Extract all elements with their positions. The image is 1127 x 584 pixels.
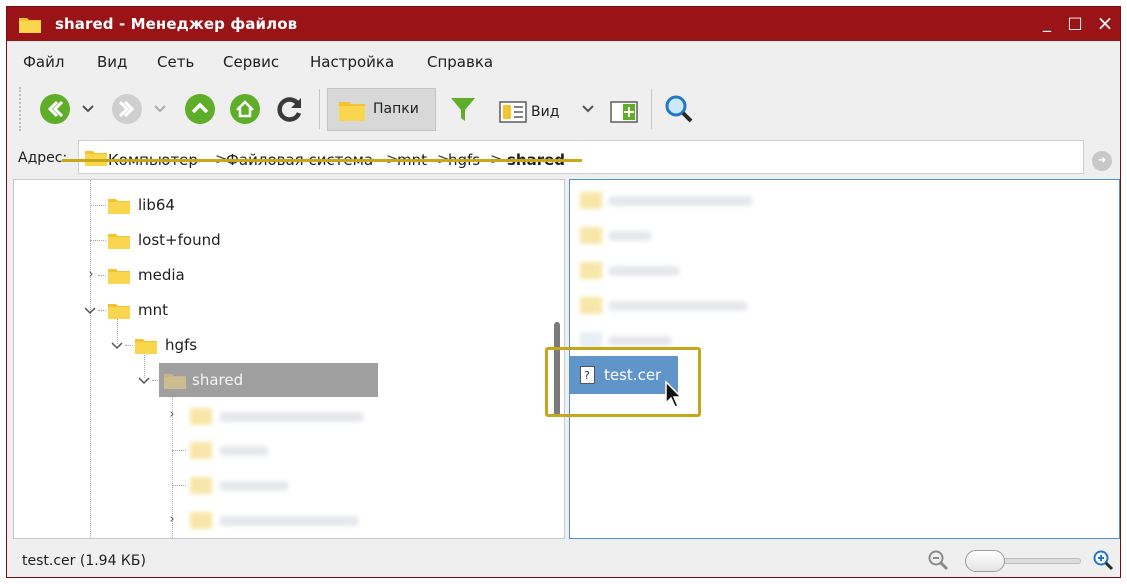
home-button[interactable] xyxy=(229,93,261,125)
blurred-folder-icon xyxy=(190,408,212,425)
blurred-tree-item[interactable] xyxy=(219,516,359,526)
tree-line xyxy=(90,240,106,241)
tree-item-hgfs[interactable]: hgfs xyxy=(165,336,197,354)
view-label[interactable]: Вид xyxy=(531,104,559,120)
tree-item-media[interactable]: media xyxy=(138,266,185,284)
folder-icon xyxy=(164,374,186,389)
folder-icon xyxy=(339,102,365,121)
zoom-out-icon[interactable] xyxy=(927,549,949,571)
address-path-box[interactable]: Компьютер > Файловая система > mnt > hgf… xyxy=(78,140,1084,174)
zoom-slider-handle[interactable] xyxy=(965,550,1005,572)
menu-view[interactable]: Вид xyxy=(97,53,127,71)
refresh-button[interactable] xyxy=(274,93,306,125)
back-history-chevron-icon[interactable] xyxy=(81,103,95,115)
folder-icon xyxy=(108,234,130,249)
tree-line xyxy=(172,485,186,486)
blurred-folder-icon xyxy=(190,512,212,529)
tree-line xyxy=(98,310,106,311)
view-chevron-icon[interactable] xyxy=(581,103,595,115)
forward-history-chevron-icon[interactable] xyxy=(153,103,167,115)
blurred-file-item[interactable] xyxy=(608,336,672,346)
address-label: Адрес: xyxy=(18,150,68,166)
search-button[interactable] xyxy=(663,93,695,125)
blurred-folder-icon xyxy=(190,477,212,494)
toolbar-separator xyxy=(651,89,652,129)
folders-label: Папки xyxy=(373,101,419,117)
new-tab-icon[interactable] xyxy=(610,101,638,123)
folder-tree-panel[interactable]: lib64 lost+found › media mnt hgfs shared… xyxy=(13,179,565,539)
tree-line xyxy=(98,275,106,276)
tree-line xyxy=(90,180,91,538)
blurred-tree-item[interactable] xyxy=(219,446,269,456)
expand-chevron-icon[interactable]: › xyxy=(84,268,98,282)
maximize-button[interactable]: □ xyxy=(1063,11,1087,35)
blurred-tree-item[interactable] xyxy=(219,412,364,422)
title-bar[interactable]: shared - Менеджер файлов _ □ × xyxy=(7,7,1120,41)
tree-item-lib64[interactable]: lib64 xyxy=(138,196,175,214)
toolbar-grip[interactable] xyxy=(19,87,24,131)
folder-icon xyxy=(85,151,107,166)
collapse-chevron-icon[interactable] xyxy=(110,339,124,353)
expand-chevron-icon[interactable]: › xyxy=(165,408,179,422)
go-button[interactable]: ➜ xyxy=(1092,151,1112,171)
tree-line xyxy=(125,345,133,346)
folder-icon xyxy=(108,269,130,284)
up-button[interactable] xyxy=(184,93,216,125)
folder-icon xyxy=(108,199,130,214)
view-mode-icon[interactable] xyxy=(499,101,527,123)
blurred-file-item[interactable] xyxy=(608,231,652,241)
status-bar: test.cer (1.94 КБ) xyxy=(7,545,1120,579)
menu-help[interactable]: Справка xyxy=(427,53,493,71)
menu-bar: Файл Вид Сеть Сервис Настройка Справка xyxy=(7,41,1120,81)
menu-file[interactable]: Файл xyxy=(23,53,64,71)
menu-service[interactable]: Сервис xyxy=(223,53,279,71)
address-bar: Адрес: Компьютер > Файловая система > mn… xyxy=(7,137,1120,177)
filter-button[interactable] xyxy=(447,93,479,125)
blurred-file-item[interactable] xyxy=(608,266,680,276)
blurred-folder-icon xyxy=(580,192,602,209)
blurred-file-item[interactable] xyxy=(608,301,748,311)
expand-chevron-icon[interactable]: › xyxy=(165,513,179,527)
tree-line xyxy=(90,205,106,206)
folder-icon xyxy=(135,339,157,354)
mouse-cursor-icon xyxy=(665,381,683,408)
folder-icon xyxy=(19,18,41,33)
minimize-button[interactable]: _ xyxy=(1035,11,1059,35)
status-text: test.cer (1.94 КБ) xyxy=(22,553,146,569)
address-underline-annotation xyxy=(62,159,582,162)
tree-item-shared[interactable]: shared xyxy=(192,371,243,389)
window-title: shared - Менеджер файлов xyxy=(55,15,298,33)
tree-item-mnt[interactable]: mnt xyxy=(138,301,168,319)
blurred-folder-icon xyxy=(580,262,602,279)
menu-network[interactable]: Сеть xyxy=(157,53,194,71)
toolbar: Папки Вид xyxy=(7,83,1120,139)
collapse-chevron-icon[interactable] xyxy=(83,304,97,318)
blurred-folder-icon xyxy=(580,227,602,244)
toolbar-separator xyxy=(319,89,320,129)
blurred-tree-item[interactable] xyxy=(219,481,289,491)
tree-item-lost-found[interactable]: lost+found xyxy=(138,231,221,249)
zoom-in-icon[interactable] xyxy=(1092,549,1114,571)
close-button[interactable]: × xyxy=(1093,11,1117,35)
file-manager-window: shared - Менеджер файлов _ □ × Файл Вид … xyxy=(6,6,1121,578)
back-button[interactable] xyxy=(39,93,71,125)
menu-settings[interactable]: Настройка xyxy=(310,53,394,71)
blurred-folder-icon xyxy=(580,297,602,314)
folders-toggle-button[interactable]: Папки xyxy=(327,88,436,131)
tree-line xyxy=(172,450,186,451)
forward-button[interactable] xyxy=(111,93,143,125)
folder-icon xyxy=(108,304,130,319)
blurred-folder-icon xyxy=(190,442,212,459)
collapse-chevron-icon[interactable] xyxy=(137,374,151,388)
blurred-file-item[interactable] xyxy=(608,196,753,206)
